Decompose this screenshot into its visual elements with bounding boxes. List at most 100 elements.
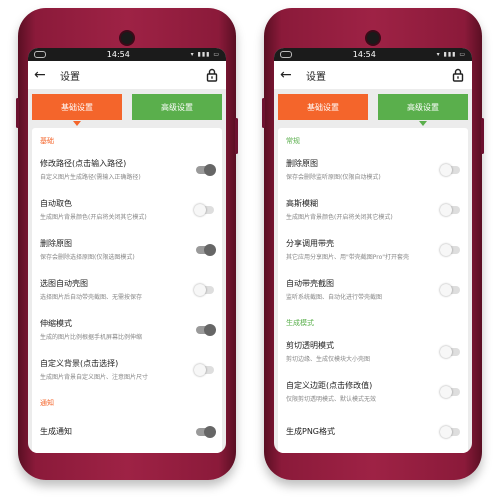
- back-arrow-icon[interactable]: ←: [34, 67, 54, 83]
- setting-row-auto-frame[interactable]: 选图自动壳图 选择图片后自动带壳截图、无需按保存: [32, 270, 222, 310]
- toggle-switch[interactable]: [194, 203, 214, 216]
- lock-icon[interactable]: [451, 68, 465, 82]
- setting-row-gaussian-blur[interactable]: 高斯模糊 生成图片背景颜色(开启将关闭其它模式): [278, 190, 468, 230]
- setting-title: 分享调用带壳: [286, 239, 334, 248]
- app-bar: ← 设置: [28, 61, 226, 89]
- tab-bar: 基础设置 高级设置: [274, 89, 472, 128]
- phone-left: 14:54 ▾ ▮▮▮ ▭ ← 设置 基础设置 高级设置 基础 修改路径(点击输…: [16, 8, 238, 480]
- setting-subtitle: 生成的图片比例根据手机屏幕比例伸缩: [40, 334, 143, 341]
- toggle-switch[interactable]: [440, 425, 460, 438]
- power-button: [481, 118, 484, 154]
- setting-title: 自动取色: [40, 199, 72, 208]
- status-left: [280, 51, 292, 58]
- tab-label: 高级设置: [407, 102, 439, 112]
- setting-row-auto-frame-screenshot[interactable]: 自动带壳截图 监听系统截图、自动化进行带壳截图: [278, 270, 468, 310]
- setting-row-notification[interactable]: 生成通知: [32, 412, 222, 452]
- app-bar: ← 设置: [274, 61, 472, 89]
- setting-row-cut-transparent[interactable]: 剪切透明模式 剪切边缘、生成仅模块大小壳图: [278, 332, 468, 372]
- setting-title: 删除原图: [40, 239, 72, 248]
- setting-title: 选图自动壳图: [40, 279, 88, 288]
- setting-subtitle: 生成图片背景颜色(开启将关闭其它模式): [40, 214, 147, 221]
- setting-title: 生成通知: [40, 427, 72, 436]
- setting-subtitle: 选择图片后自动带壳截图、无需按保存: [40, 294, 143, 301]
- setting-title: 自动带壳截图: [286, 279, 334, 288]
- tab-label: 基础设置: [307, 102, 339, 112]
- back-arrow-icon[interactable]: ←: [280, 67, 300, 83]
- setting-row-custom-margin[interactable]: 自定义边距(点击修改值) 仅限剪切透明模式、默认模式无效: [278, 372, 468, 412]
- tab-basic-settings[interactable]: 基础设置: [278, 94, 368, 120]
- setting-subtitle: 保存会删除监听原图(仅限自动模式): [286, 174, 381, 181]
- setting-title: 删除原图: [286, 159, 318, 168]
- setting-subtitle: 仅限剪切透明模式、默认模式无效: [286, 396, 377, 403]
- toggle-switch[interactable]: [194, 363, 214, 376]
- tab-advanced-settings[interactable]: 高级设置: [132, 94, 222, 120]
- setting-subtitle: 生成图片背景自定义图片、注意图片尺寸: [40, 374, 149, 381]
- toggle-switch[interactable]: [194, 283, 214, 296]
- volume-button: [262, 98, 265, 128]
- toggle-switch[interactable]: [440, 163, 460, 176]
- setting-row-auto-color[interactable]: 自动取色 生成图片背景颜色(开启将关闭其它模式): [32, 190, 222, 230]
- setting-title: 剪切透明模式: [286, 341, 334, 350]
- setting-row-png-format[interactable]: 生成PNG格式: [278, 412, 468, 452]
- front-camera: [121, 32, 133, 44]
- notification-icon: [280, 51, 292, 58]
- lock-icon[interactable]: [205, 68, 219, 82]
- settings-card: 常规 删除原图 保存会删除监听原图(仅限自动模式) 高斯模糊 生成图片背景颜色(…: [278, 128, 468, 453]
- setting-subtitle: 保存会删除选择原图(仅限选图模式): [40, 254, 135, 261]
- toggle-switch[interactable]: [196, 323, 216, 336]
- power-button: [235, 118, 238, 154]
- tab-basic-settings[interactable]: 基础设置: [32, 94, 122, 126]
- active-tab-indicator: [419, 121, 427, 126]
- phone-right: 14:54 ▾ ▮▮▮ ▭ ← 设置 基础设置 高级设置 常规 删除原图 保存会…: [262, 8, 484, 480]
- volume-button: [16, 98, 19, 128]
- toggle-switch[interactable]: [196, 163, 216, 176]
- toggle-switch[interactable]: [440, 345, 460, 358]
- section-header: 通知: [40, 399, 54, 407]
- status-bar: 14:54 ▾ ▮▮▮ ▭: [28, 48, 226, 61]
- toggle-switch[interactable]: [440, 385, 460, 398]
- active-tab-indicator: [73, 121, 81, 126]
- setting-row-modify-path[interactable]: 修改路径(点击输入路径) 自定义图片生成路径(需输入正确路径): [32, 150, 222, 190]
- tab-label: 高级设置: [161, 102, 193, 112]
- setting-title: 生成PNG格式: [286, 427, 336, 436]
- setting-subtitle: 自定义图片生成路径(需输入正确路径): [40, 174, 141, 181]
- screen-left: 14:54 ▾ ▮▮▮ ▭ ← 设置 基础设置 高级设置 基础 修改路径(点击输…: [28, 48, 226, 453]
- signal-battery-icon: ▾ ▮▮▮ ▭: [190, 51, 220, 58]
- toggle-switch[interactable]: [440, 203, 460, 216]
- toggle-switch[interactable]: [196, 425, 216, 438]
- setting-title: 自定义背景(点击选择): [40, 359, 119, 368]
- setting-subtitle: 生成图片背景颜色(开启将关闭其它模式): [286, 214, 393, 221]
- setting-row-stretch-mode[interactable]: 伸缩模式 生成的图片比例根据手机屏幕比例伸缩: [32, 310, 222, 350]
- section-header: 生成模式: [286, 319, 314, 327]
- status-left: [34, 51, 46, 58]
- screen-right: 14:54 ▾ ▮▮▮ ▭ ← 设置 基础设置 高级设置 常规 删除原图 保存会…: [274, 48, 472, 453]
- page-title: 设置: [60, 71, 80, 83]
- notification-icon: [34, 51, 46, 58]
- settings-card: 基础 修改路径(点击输入路径) 自定义图片生成路径(需输入正确路径) 自动取色 …: [32, 128, 222, 453]
- page-title: 设置: [306, 71, 326, 83]
- front-camera: [367, 32, 379, 44]
- tab-advanced-settings[interactable]: 高级设置: [378, 94, 468, 126]
- section-header: 基础: [40, 137, 54, 145]
- section-header: 常规: [286, 137, 300, 145]
- setting-subtitle: 监听系统截图、自动化进行带壳截图: [286, 294, 383, 301]
- setting-title: 修改路径(点击输入路径): [40, 159, 127, 168]
- tab-bar: 基础设置 高级设置: [28, 89, 226, 128]
- setting-row-custom-background[interactable]: 自定义背景(点击选择) 生成图片背景自定义图片、注意图片尺寸: [32, 350, 222, 390]
- setting-title: 伸缩模式: [40, 319, 72, 328]
- signal-battery-icon: ▾ ▮▮▮ ▭: [436, 51, 466, 58]
- setting-subtitle: 其它应用分享图片、用"带壳截图Pro"打开套壳: [286, 254, 410, 261]
- setting-row-delete-original[interactable]: 删除原图 保存会删除监听原图(仅限自动模式): [278, 150, 468, 190]
- tab-label: 基础设置: [61, 102, 93, 112]
- setting-title: 自定义边距(点击修改值): [286, 381, 373, 390]
- toggle-switch[interactable]: [196, 243, 216, 256]
- toggle-switch[interactable]: [440, 243, 460, 256]
- status-time: 14:54: [106, 50, 130, 59]
- setting-row-share-frame[interactable]: 分享调用带壳 其它应用分享图片、用"带壳截图Pro"打开套壳: [278, 230, 468, 270]
- setting-title: 高斯模糊: [286, 199, 318, 208]
- setting-row-delete-original[interactable]: 删除原图 保存会删除选择原图(仅限选图模式): [32, 230, 222, 270]
- toggle-switch[interactable]: [440, 283, 460, 296]
- status-bar: 14:54 ▾ ▮▮▮ ▭: [274, 48, 472, 61]
- status-time: 14:54: [352, 50, 376, 59]
- setting-subtitle: 剪切边缘、生成仅模块大小壳图: [286, 356, 371, 363]
